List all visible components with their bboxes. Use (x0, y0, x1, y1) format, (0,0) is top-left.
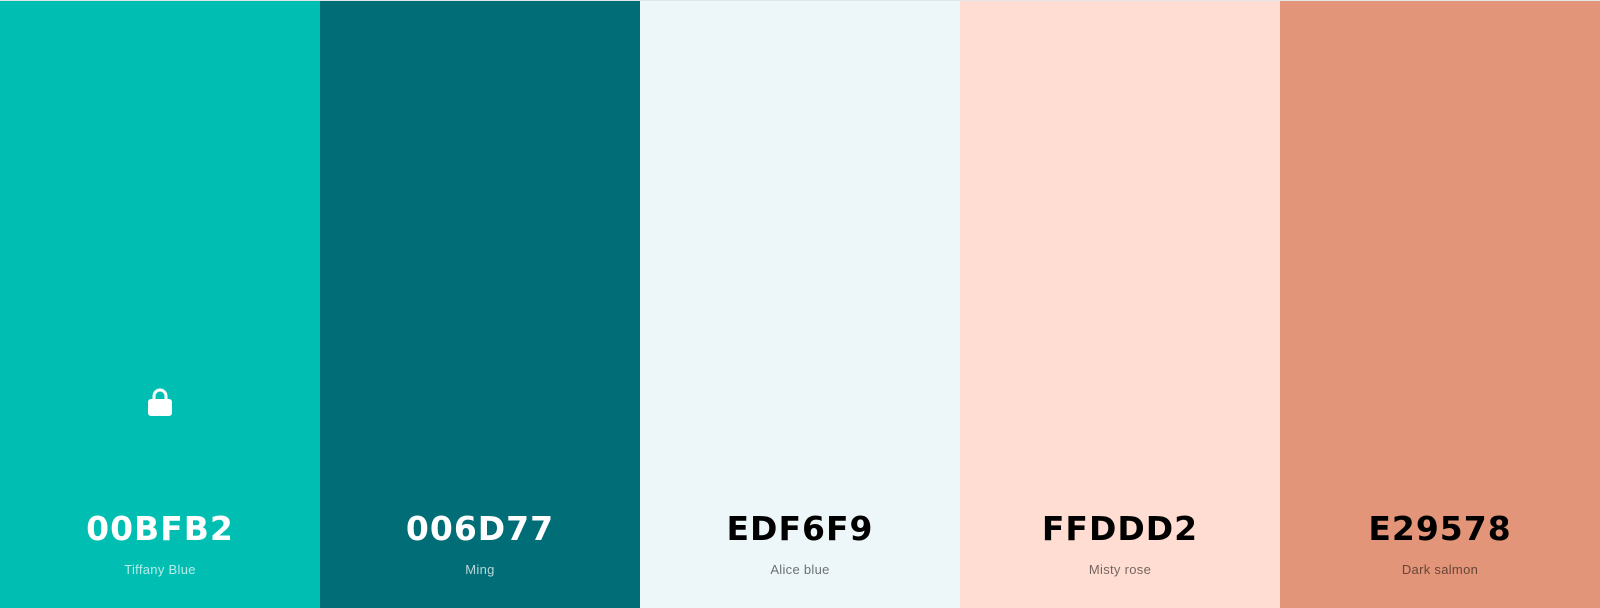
swatch-info: E29578 Dark salmon (1280, 509, 1600, 578)
color-palette: 00BFB2 Tiffany Blue 006D77 Ming EDF6F9 A… (0, 0, 1600, 608)
color-name: Dark salmon (1401, 562, 1479, 577)
swatch-alice-blue[interactable]: EDF6F9 Alice blue (640, 1, 960, 608)
swatch-info: FFDDD2 Misty rose (960, 509, 1280, 578)
color-name: Tiffany Blue (124, 562, 196, 577)
swatch-ming[interactable]: 006D77 Ming (320, 1, 640, 608)
swatch-info: 00BFB2 Tiffany Blue (0, 509, 320, 578)
lock-icon[interactable] (147, 387, 173, 417)
color-name: Ming (465, 562, 495, 577)
color-name: Alice blue (770, 562, 830, 577)
swatch-tiffany-blue[interactable]: 00BFB2 Tiffany Blue (0, 1, 320, 608)
color-name: Misty rose (1088, 562, 1152, 577)
swatch-misty-rose[interactable]: FFDDD2 Misty rose (960, 1, 1280, 608)
hex-code[interactable]: EDF6F9 (640, 509, 960, 549)
hex-code[interactable]: FFDDD2 (960, 509, 1280, 549)
swatch-dark-salmon[interactable]: E29578 Dark salmon (1280, 1, 1600, 608)
hex-code[interactable]: 00BFB2 (0, 509, 320, 549)
hex-code[interactable]: E29578 (1280, 509, 1600, 549)
hex-code[interactable]: 006D77 (320, 509, 640, 549)
swatch-info: 006D77 Ming (320, 509, 640, 578)
swatch-info: EDF6F9 Alice blue (640, 509, 960, 578)
